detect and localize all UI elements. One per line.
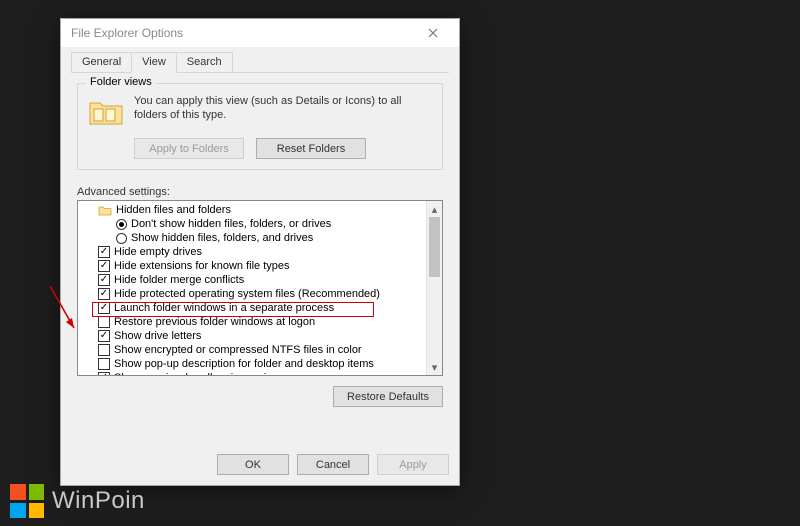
- radio-icon[interactable]: [116, 233, 127, 244]
- tab-strip: General View Search: [71, 51, 449, 73]
- tree-item-label: Show drive letters: [114, 329, 201, 343]
- tree-item-label: Hide folder merge conflicts: [114, 273, 244, 287]
- apply-to-folders-button[interactable]: Apply to Folders: [134, 138, 244, 159]
- tree-item-label: Show pop-up description for folder and d…: [114, 357, 374, 371]
- ok-button[interactable]: OK: [217, 454, 289, 475]
- tree-item-label: Show preview handlers in preview pane: [114, 371, 308, 375]
- scroll-thumb[interactable]: [429, 217, 440, 277]
- tree-item[interactable]: Hide protected operating system files (R…: [82, 287, 426, 301]
- checkbox-icon[interactable]: [98, 344, 110, 356]
- apply-button[interactable]: Apply: [377, 454, 449, 475]
- scrollbar[interactable]: ▴ ▾: [426, 201, 442, 375]
- advanced-settings-list[interactable]: Hidden files and foldersDon't show hidde…: [77, 200, 443, 376]
- checkbox-icon[interactable]: [98, 316, 110, 328]
- checkbox-icon[interactable]: [98, 330, 110, 342]
- dialog-button-row: OK Cancel Apply: [61, 448, 459, 481]
- checkbox-icon[interactable]: [98, 274, 110, 286]
- window-title: File Explorer Options: [71, 26, 413, 40]
- checkbox-icon[interactable]: [98, 288, 110, 300]
- checkbox-icon[interactable]: [98, 372, 110, 375]
- tree-item[interactable]: Hidden files and folders: [82, 203, 426, 217]
- tree-item[interactable]: Restore previous folder windows at logon: [82, 315, 426, 329]
- file-explorer-options-dialog: File Explorer Options General View Searc…: [60, 18, 460, 486]
- tree-item-label: Launch folder windows in a separate proc…: [114, 301, 334, 315]
- close-button[interactable]: [413, 22, 453, 44]
- checkbox-icon[interactable]: [98, 302, 110, 314]
- tab-panel-view: Folder views You can apply this view (su…: [71, 73, 449, 413]
- tree-item[interactable]: Launch folder windows in a separate proc…: [82, 301, 426, 315]
- cancel-button[interactable]: Cancel: [297, 454, 369, 475]
- tree-item[interactable]: Don't show hidden files, folders, or dri…: [82, 217, 426, 231]
- folder-views-icon: [86, 94, 126, 130]
- windows-squares-icon: [10, 484, 44, 518]
- tab-general[interactable]: General: [71, 52, 132, 73]
- tree-item-label: Hide protected operating system files (R…: [114, 287, 380, 301]
- close-icon: [428, 28, 438, 38]
- dialog-body: General View Search Folder views You can…: [61, 47, 459, 485]
- titlebar[interactable]: File Explorer Options: [61, 19, 459, 47]
- tree-item-label: Don't show hidden files, folders, or dri…: [131, 217, 331, 231]
- tree-item-label: Hidden files and folders: [116, 203, 231, 217]
- tree-item[interactable]: Hide folder merge conflicts: [82, 273, 426, 287]
- tree-item-label: Hide extensions for known file types: [114, 259, 289, 273]
- folder-views-description: You can apply this view (such as Details…: [134, 94, 434, 130]
- folder-icon: [98, 204, 112, 216]
- folder-views-group: Folder views You can apply this view (su…: [77, 83, 443, 170]
- scroll-up-icon[interactable]: ▴: [427, 201, 442, 217]
- tree-item[interactable]: Show hidden files, folders, and drives: [82, 231, 426, 245]
- tree-item[interactable]: Hide empty drives: [82, 245, 426, 259]
- tab-search[interactable]: Search: [176, 52, 233, 73]
- tree-item[interactable]: Hide extensions for known file types: [82, 259, 426, 273]
- tree-item[interactable]: Show preview handlers in preview pane: [82, 371, 426, 375]
- restore-defaults-button[interactable]: Restore Defaults: [333, 386, 443, 407]
- scroll-down-icon[interactable]: ▾: [427, 359, 442, 375]
- reset-folders-button[interactable]: Reset Folders: [256, 138, 366, 159]
- brand-logo: WinPoin: [10, 484, 145, 518]
- checkbox-icon[interactable]: [98, 260, 110, 272]
- checkbox-icon[interactable]: [98, 246, 110, 258]
- folder-views-label: Folder views: [86, 76, 156, 88]
- tree-item-label: Show encrypted or compressed NTFS files …: [114, 343, 362, 357]
- checkbox-icon[interactable]: [98, 358, 110, 370]
- tab-view[interactable]: View: [131, 52, 177, 73]
- tree-item-label: Restore previous folder windows at logon: [114, 315, 315, 329]
- tree-item[interactable]: Show pop-up description for folder and d…: [82, 357, 426, 371]
- tree-item[interactable]: Show drive letters: [82, 329, 426, 343]
- radio-icon[interactable]: [116, 219, 127, 230]
- advanced-settings-label: Advanced settings:: [77, 186, 443, 198]
- tree-item-label: Hide empty drives: [114, 245, 202, 259]
- tree-item-label: Show hidden files, folders, and drives: [131, 231, 313, 245]
- tree-item[interactable]: Show encrypted or compressed NTFS files …: [82, 343, 426, 357]
- brand-text: WinPoin: [52, 487, 145, 515]
